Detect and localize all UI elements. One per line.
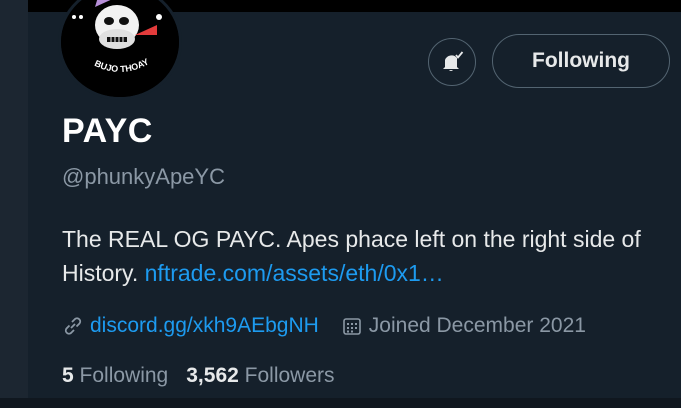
link-icon: [64, 317, 82, 335]
side-strip: [0, 0, 28, 408]
followers-label: Followers: [244, 364, 335, 387]
website-link[interactable]: discord.gg/xkh9AEbgNH: [62, 314, 319, 338]
following-button-label: Following: [532, 49, 630, 72]
bottom-edge: [0, 398, 681, 408]
profile-stats: 5 Following 3,562 Followers: [62, 364, 353, 388]
calendar-icon: [342, 318, 361, 335]
joined-text: Joined December 2021: [368, 314, 586, 337]
following-label: Following: [79, 364, 169, 387]
joined-date: Joined December 2021: [341, 314, 586, 338]
website-text: discord.gg/xkh9AEbgNH: [90, 314, 319, 337]
followers-stat[interactable]: 3,562 Followers: [186, 364, 334, 388]
followers-count: 3,562: [186, 364, 239, 387]
bio-link[interactable]: nftrade.com/assets/eth/0x1…: [145, 260, 444, 286]
bell-check-icon: [443, 51, 464, 71]
following-count: 5: [62, 364, 74, 387]
user-handle: @phunkyApeYC: [62, 164, 225, 189]
following-stat[interactable]: 5 Following: [62, 364, 168, 388]
profile-meta: discord.gg/xkh9AEbgNH Joined December 20…: [62, 312, 586, 340]
ape-avatar-image: BUJO THOAY: [61, 0, 179, 97]
bio: The REAL OG PAYC. Apes phace left on the…: [62, 222, 662, 290]
display-name: PAYC: [62, 112, 153, 150]
avatar[interactable]: BUJO THOAY: [58, 0, 182, 100]
following-button[interactable]: Following: [492, 34, 670, 88]
notify-button[interactable]: [428, 38, 476, 86]
